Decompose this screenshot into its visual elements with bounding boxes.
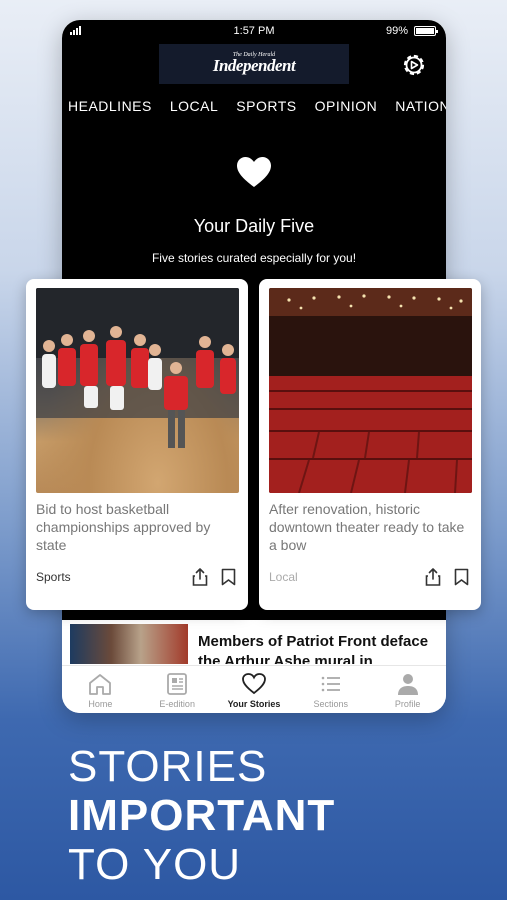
heart-icon bbox=[242, 673, 266, 695]
daily-five-subtitle: Five stories curated especially for you! bbox=[151, 251, 357, 265]
nav-home[interactable]: Home bbox=[62, 666, 139, 713]
story-card[interactable]: After renovation, historic downtown thea… bbox=[259, 279, 481, 610]
bookmark-icon[interactable] bbox=[454, 568, 469, 586]
story-thumbnail bbox=[70, 624, 188, 664]
newspaper-icon bbox=[167, 673, 188, 695]
tab-nation[interactable]: NATION bbox=[395, 98, 446, 120]
nav-sections[interactable]: Sections bbox=[292, 666, 369, 713]
story-card[interactable]: Bid to host basketball championships app… bbox=[26, 279, 248, 610]
section-nav-tabs: HEADLINES LOCAL SPORTS OPINION NATION bbox=[68, 98, 446, 120]
status-bar: 1:57 PM 99% bbox=[62, 20, 446, 42]
gear-icon[interactable] bbox=[400, 51, 428, 79]
bookmark-icon[interactable] bbox=[221, 568, 236, 586]
nav-profile[interactable]: Profile bbox=[369, 666, 446, 713]
nav-sections-label: Sections bbox=[313, 699, 349, 709]
list-icon bbox=[321, 676, 340, 692]
tagline-line-1: STORIES bbox=[68, 742, 268, 791]
tab-headlines[interactable]: HEADLINES bbox=[68, 98, 152, 120]
tab-opinion[interactable]: OPINION bbox=[315, 98, 378, 120]
share-icon[interactable] bbox=[425, 568, 441, 586]
heart-icon bbox=[237, 157, 271, 187]
story-section-label: Sports bbox=[36, 570, 71, 584]
nav-your-stories[interactable]: Your Stories bbox=[216, 666, 293, 713]
masthead-logo[interactable]: The Daily Herald Independent bbox=[159, 44, 349, 84]
nav-e-edition-label: E-edition bbox=[159, 699, 195, 709]
story-headline: After renovation, historic downtown thea… bbox=[269, 501, 465, 553]
battery-percent: 99% bbox=[385, 25, 408, 37]
basketball-players-illustration bbox=[36, 288, 239, 448]
story-list-item[interactable]: Members of Patriot Front deface the Arth… bbox=[62, 621, 446, 665]
logo-main-text: Independent bbox=[212, 56, 296, 75]
story-section-label: Local bbox=[269, 570, 298, 584]
story-headline: Bid to host basketball championships app… bbox=[36, 501, 211, 553]
person-icon bbox=[397, 674, 418, 695]
story-headline: Members of Patriot Front deface the Arth… bbox=[198, 633, 429, 664]
tab-sports[interactable]: SPORTS bbox=[236, 98, 296, 120]
nav-your-stories-label: Your Stories bbox=[227, 699, 281, 709]
daily-five-title: Your Daily Five bbox=[193, 216, 315, 236]
bottom-nav-bar: Home E-edition Your Stories Sections Pro… bbox=[62, 665, 446, 713]
nav-e-edition[interactable]: E-edition bbox=[139, 666, 216, 713]
share-icon[interactable] bbox=[192, 568, 208, 586]
battery-icon bbox=[414, 26, 438, 36]
nav-profile-label: Profile bbox=[394, 699, 421, 709]
nav-home-label: Home bbox=[88, 699, 113, 709]
promo-tagline: STORIES IMPORTANT TO YOU bbox=[68, 742, 335, 889]
tagline-line-2: IMPORTANT bbox=[68, 791, 336, 840]
home-icon bbox=[89, 674, 112, 695]
tab-local[interactable]: LOCAL bbox=[170, 98, 218, 120]
story-image-basketball bbox=[36, 288, 239, 493]
theater-seats-illustration bbox=[269, 288, 472, 493]
story-image-theater bbox=[269, 288, 472, 493]
tagline-line-3: TO YOU bbox=[68, 840, 242, 889]
